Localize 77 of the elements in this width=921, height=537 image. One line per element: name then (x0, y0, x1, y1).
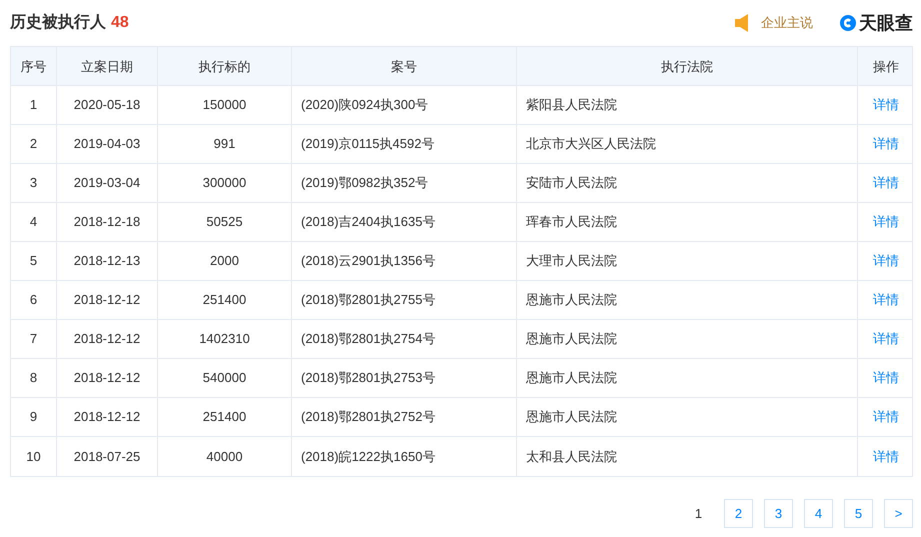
table-cell-text: 2020-05-18 (74, 96, 140, 114)
detail-link[interactable]: 详情 (873, 95, 899, 115)
promo-link[interactable]: 企业主说 (761, 13, 813, 33)
detail-link[interactable]: 详情 (873, 368, 899, 388)
table-cell-text: 991 (214, 135, 236, 154)
column-header: 执行法院 (517, 47, 858, 85)
record-count: 48 (111, 13, 129, 33)
detail-link[interactable]: 详情 (873, 446, 899, 466)
logo-icon (839, 14, 857, 32)
table-cell-text: 150000 (202, 96, 246, 114)
table-cell-text: 3 (30, 174, 38, 192)
table-cell-text: 2018-12-18 (74, 213, 140, 232)
table-cell-text: (2018)吉2404执1635号 (301, 213, 436, 232)
page-button[interactable]: > (884, 499, 913, 528)
table-cell-text: 恩施市人民法院 (526, 369, 617, 388)
table-cell-text: 安陆市人民法院 (526, 174, 617, 192)
detail-link[interactable]: 详情 (873, 134, 899, 154)
table-cell-text: 251400 (202, 291, 246, 310)
table-cell-text: 北京市大兴区人民法院 (526, 135, 656, 154)
table-cell-text: 恩施市人民法院 (526, 330, 617, 348)
table-cell-text: 大理市人民法院 (526, 252, 617, 270)
table-cell-text: 恩施市人民法院 (526, 408, 617, 426)
table-cell-text: 2018-12-12 (74, 369, 140, 388)
detail-link[interactable]: 详情 (873, 212, 899, 232)
detail-link[interactable]: 详情 (873, 407, 899, 427)
section-title: 历史被执行人 (10, 12, 106, 33)
table-cell-text: 7 (30, 330, 38, 348)
table-cell-text: 50525 (206, 213, 243, 232)
table-cell-text: 40000 (206, 448, 243, 466)
table-cell-text: 紫阳县人民法院 (526, 96, 617, 114)
table-cell-text: 恩施市人民法院 (526, 291, 617, 310)
table-cell-text: (2020)陕0924执300号 (301, 96, 428, 114)
table-cell-text: 251400 (202, 408, 246, 426)
table-cell-text: 6 (30, 291, 38, 310)
table-cell-text: (2018)鄂2801执2754号 (301, 330, 436, 348)
table-cell-text: 2019-04-03 (74, 135, 140, 154)
page-button[interactable]: 3 (764, 499, 793, 528)
table-cell-text: (2018)鄂2801执2753号 (301, 369, 436, 388)
table-cell-text: (2018)云2901执1356号 (301, 252, 436, 270)
table-cell-text: 太和县人民法院 (526, 448, 617, 466)
table-cell-text: 2018-12-12 (74, 291, 140, 310)
table-cell-text: (2018)鄂2801执2755号 (301, 291, 436, 310)
page-button[interactable]: 2 (724, 499, 753, 528)
table-cell-text: (2019)鄂0982执352号 (301, 174, 428, 192)
table-cell-text: 2000 (210, 252, 239, 270)
table-cell-text: (2018)皖1222执1650号 (301, 448, 436, 466)
table-cell-text: 4 (30, 213, 38, 232)
table-cell-text: 300000 (202, 174, 246, 192)
table-cell-text: 1402310 (199, 330, 250, 348)
page-button[interactable]: 4 (804, 499, 833, 528)
page-button[interactable]: 1 (684, 499, 713, 528)
detail-link[interactable]: 详情 (873, 290, 899, 310)
table-cell-text: 2018-07-25 (74, 448, 140, 466)
column-header: 案号 (292, 47, 517, 85)
table-cell-text: 2019-03-04 (74, 174, 140, 192)
table-cell-text: 5 (30, 252, 38, 270)
table-cell-text: 9 (30, 408, 38, 426)
page-button[interactable]: 5 (844, 499, 873, 528)
table-cell-text: 10 (26, 448, 41, 466)
column-header: 操作 (872, 58, 900, 76)
table-cell-text: 8 (30, 369, 38, 388)
table-cell-text: 2018-12-13 (74, 252, 140, 270)
table-cell-text: (2018)鄂2801执2752号 (301, 408, 436, 426)
column-header: 立案日期 (57, 47, 158, 85)
column-header: 执行标的 (158, 47, 292, 85)
table-cell-text: 2 (30, 135, 38, 154)
logo-text: 天眼查 (859, 12, 913, 34)
detail-link[interactable]: 详情 (873, 329, 899, 349)
column-header: 序号 (11, 47, 57, 85)
detail-link[interactable]: 详情 (873, 251, 899, 271)
table-cell-text: 2018-12-12 (74, 330, 140, 348)
table-cell-text: 1 (30, 96, 38, 114)
table-cell-text: (2019)京0115执4592号 (301, 135, 434, 154)
table-cell-text: 2018-12-12 (74, 408, 140, 426)
table-cell-text: 540000 (202, 369, 246, 388)
table-cell-text: 珲春市人民法院 (526, 213, 617, 232)
detail-link[interactable]: 详情 (873, 173, 899, 193)
